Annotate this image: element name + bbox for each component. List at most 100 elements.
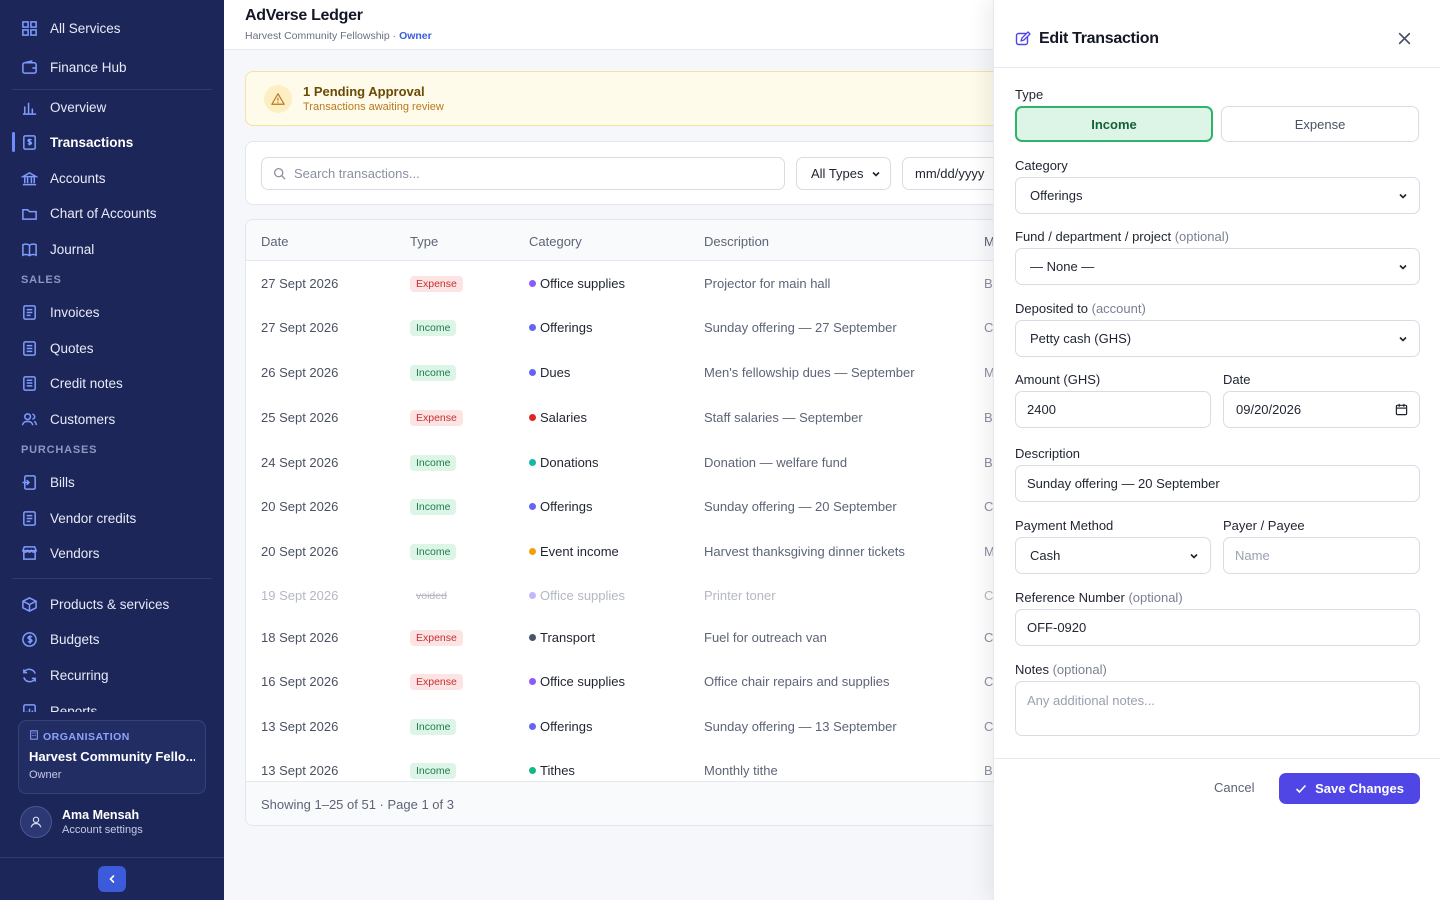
wallet-icon [21, 59, 38, 76]
search-input[interactable]: Search transactions... [261, 157, 785, 190]
table-row[interactable]: 13 Sept 2026 Income Offerings Sunday offeri… [246, 704, 1024, 748]
sidebar-item-label: Finance Hub [50, 59, 127, 75]
chevron-down-icon [1190, 553, 1198, 559]
section-title-sales: SALES [21, 274, 62, 286]
type-badge: voided [416, 590, 447, 602]
cell-date: 24 Sept 2026 [261, 455, 339, 470]
type-badge: Income [410, 719, 457, 735]
sidebar-item-label: Vendors [50, 545, 100, 561]
amount-label: Amount (GHS) [1015, 372, 1101, 387]
column-description[interactable]: Description [704, 234, 769, 249]
bar-chart-icon [21, 99, 38, 116]
organisation-role: Owner [29, 769, 62, 781]
sidebar-item-all-services[interactable]: All Services [12, 13, 212, 43]
deposited-to-select[interactable]: Petty cash (GHS) [1015, 320, 1420, 357]
collapse-sidebar-button[interactable] [98, 866, 126, 892]
sidebar-item-label: Vendor credits [50, 510, 137, 526]
table-row[interactable]: 24 Sept 2026 Income Donations Donation — we… [246, 440, 1024, 484]
sidebar-item-recurring[interactable]: Recurring [12, 660, 212, 690]
cell-method: C [984, 674, 994, 689]
fund-select[interactable]: — None — [1015, 248, 1420, 285]
table-row[interactable]: 25 Sept 2026 Expense Salaries Staff salarie… [246, 395, 1024, 439]
sidebar-item-quotes[interactable]: Quotes [12, 333, 212, 363]
cell-category: Dues [529, 365, 570, 380]
date-label: Date [1223, 372, 1251, 387]
category-dot [529, 548, 536, 555]
table-row[interactable]: 27 Sept 2026 Expense Office supplies Projec… [246, 261, 1024, 305]
column-date[interactable]: Date [261, 234, 288, 249]
divider [12, 89, 212, 90]
payee-input[interactable]: Name [1223, 537, 1420, 574]
type-income-button[interactable]: Income [1015, 106, 1213, 142]
cell-method: C [984, 499, 994, 514]
reference-number-input[interactable]: OFF-0920 [1015, 609, 1420, 646]
sidebar-item-label: Reports [50, 703, 98, 713]
category-select[interactable]: Offerings [1015, 177, 1420, 214]
close-icon[interactable] [1398, 32, 1411, 50]
chevron-left-icon [109, 875, 115, 883]
column-type[interactable]: Type [410, 234, 438, 249]
pending-approval-banner[interactable]: 1 Pending Approval Transactions awaiting… [245, 71, 1025, 126]
pagination-summary: Showing 1–25 of 51 · Page 1 of 3 [246, 781, 1024, 825]
sidebar-item-journal[interactable]: Journal [12, 234, 212, 264]
organisation-card[interactable]: ORGANISATION Harvest Community Fello... … [18, 720, 206, 794]
table-row[interactable]: 16 Sept 2026 Expense Office supplies Office… [246, 659, 1024, 703]
sidebar-item-label: Journal [50, 241, 95, 257]
account-settings[interactable]: Ama Mensah Account settings [20, 806, 143, 838]
sidebar-nav: All Services Finance Hub Overview Transacti… [0, 0, 224, 712]
type-filter-select[interactable]: All Types [796, 157, 891, 190]
sidebar-item-credit-notes[interactable]: Credit notes [12, 368, 212, 398]
dollar-receipt-icon [21, 134, 38, 151]
type-badge: Income [410, 455, 457, 471]
table-row[interactable]: 26 Sept 2026 Income Dues Men's fellowship d… [246, 350, 1024, 394]
cell-date: 19 Sept 2026 [261, 588, 339, 603]
sidebar-item-invoices[interactable]: Invoices [12, 297, 212, 327]
column-category[interactable]: Category [529, 234, 582, 249]
user-name: Ama Mensah [62, 808, 140, 822]
type-badge: Expense [410, 410, 463, 426]
sidebar-item-vendor-credits[interactable]: Vendor credits [12, 503, 212, 533]
date-input[interactable]: 09/20/2026 [1223, 391, 1420, 428]
sidebar-item-finance-hub[interactable]: Finance Hub [12, 52, 212, 82]
sidebar-item-reports[interactable]: Reports [12, 696, 212, 712]
chevron-down-icon [1399, 264, 1407, 270]
category-dot [529, 767, 536, 774]
sidebar-item-transactions[interactable]: Transactions [12, 127, 212, 157]
organisation-name: Harvest Community Fello... [29, 749, 195, 764]
cancel-button[interactable]: Cancel [1204, 780, 1264, 798]
account-settings-link[interactable]: Account settings [62, 824, 143, 836]
table-row[interactable]: 19 Sept 2026 voided Office supplies Printer… [246, 573, 1024, 617]
sidebar-item-bills[interactable]: Bills [12, 467, 212, 497]
table-row[interactable]: 18 Sept 2026 Expense Transport Fuel for out… [246, 615, 1024, 659]
table-row[interactable]: 20 Sept 2026 Income Event income Harvest th… [246, 529, 1024, 573]
sidebar-item-chart-of-accounts[interactable]: Chart of Accounts [12, 198, 212, 228]
sidebar-item-label: Customers [50, 411, 116, 427]
edit-icon [1015, 31, 1031, 52]
table-row[interactable]: 20 Sept 2026 Income Offerings Sunday offeri… [246, 484, 1024, 528]
save-changes-button[interactable]: Save Changes [1279, 773, 1420, 804]
table-row[interactable]: 27 Sept 2026 Income Offerings Sunday offeri… [246, 305, 1024, 349]
type-expense-button[interactable]: Expense [1221, 106, 1419, 142]
sidebar-item-vendors[interactable]: Vendors [12, 538, 212, 568]
bill-icon [21, 474, 38, 491]
cell-date: 25 Sept 2026 [261, 410, 339, 425]
sidebar-item-accounts[interactable]: Accounts [12, 163, 212, 193]
notes-textarea[interactable]: Any additional notes... [1015, 681, 1420, 736]
cell-category: Office supplies [529, 674, 625, 689]
sidebar-item-budgets[interactable]: Budgets [12, 624, 212, 654]
deposited-label: Deposited to (account) [1015, 301, 1146, 316]
description-input[interactable]: Sunday offering — 20 September [1015, 465, 1420, 502]
payment-method-select[interactable]: Cash [1015, 537, 1211, 574]
amount-input[interactable]: 2400 [1015, 391, 1211, 428]
chevron-down-icon [872, 171, 880, 177]
sidebar-item-overview[interactable]: Overview [12, 92, 212, 122]
cell-date: 13 Sept 2026 [261, 763, 339, 778]
cell-date: 16 Sept 2026 [261, 674, 339, 689]
cell-date: 26 Sept 2026 [261, 365, 339, 380]
sidebar-item-label: Bills [50, 474, 75, 490]
cell-category: Offerings [529, 320, 593, 335]
sidebar-item-products-services[interactable]: Products & services [12, 589, 212, 619]
cell-date: 27 Sept 2026 [261, 276, 339, 291]
sidebar-item-customers[interactable]: Customers [12, 404, 212, 434]
drawer-title: Edit Transaction [1039, 30, 1159, 47]
